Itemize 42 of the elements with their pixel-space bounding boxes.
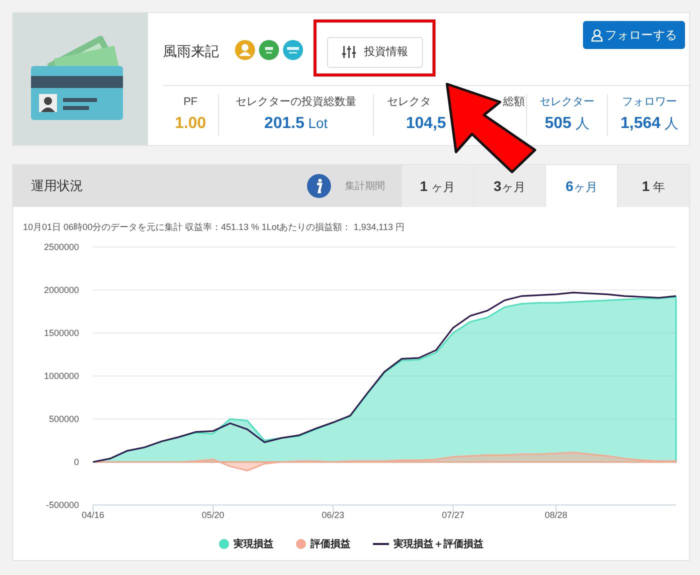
x-tick-label: 08/28	[544, 510, 568, 520]
legend-line-icon	[372, 542, 388, 546]
x-tick-label: 06/23	[322, 510, 344, 520]
user-name: 風雨来記	[163, 42, 219, 61]
period-tab[interactable]: 1 ヶ月	[401, 165, 473, 207]
investment-info-button[interactable]: 投資情報	[327, 37, 423, 68]
y-tick-label: 500000	[48, 414, 79, 424]
stat-label[interactable]: フォロワー	[622, 94, 677, 110]
stat-value: 505 人	[544, 114, 590, 134]
summary-text: 10月01日 06時00分のデータを元に集計 収益率：451.13 % 1Lotあたりの損益額： 1,934,113 円	[22, 221, 406, 234]
y-tick-label: -500000	[46, 500, 79, 510]
stat-value: 1.00	[174, 114, 206, 134]
stat-value: 1,564 人	[620, 114, 678, 134]
follow-button[interactable]: フォローする	[583, 21, 685, 49]
stat-label: セレクターの投資総数量	[236, 94, 356, 110]
stat-label: セレクタ	[387, 94, 431, 110]
section-title: 運用状況	[30, 177, 84, 196]
legend-label: 評価損益	[310, 538, 350, 552]
x-tick-label: 07/27	[442, 510, 464, 520]
period-tab[interactable]: 3ヶ月	[473, 165, 545, 207]
stat-label[interactable]: セレクター	[540, 94, 594, 110]
x-tick-label: 04/16	[82, 510, 104, 520]
stat-value: 104,5	[406, 114, 446, 134]
period-label: 集計期間	[344, 180, 386, 194]
sliders-icon	[342, 45, 356, 60]
stat-label: PF	[183, 94, 198, 110]
y-tick-label: 1500000	[44, 328, 79, 338]
stat-label: 総額	[503, 94, 525, 110]
info-icon[interactable]	[307, 174, 331, 198]
y-tick-label: 1000000	[44, 370, 79, 380]
y-tick-label: 0	[74, 456, 79, 466]
legend-label: 実現損益	[234, 537, 274, 552]
legend-label: 実現損益＋評価損益	[394, 537, 484, 552]
stat-value: 201.5 Lot	[264, 114, 328, 134]
legend-dot-icon	[218, 539, 228, 549]
legend-dot-icon	[296, 539, 306, 549]
y-tick-label: 2500000	[44, 242, 79, 252]
period-tab[interactable]: 1 年	[617, 165, 689, 207]
y-tick-label: 2000000	[44, 284, 79, 294]
period-tab[interactable]: 6ヶ月	[545, 165, 617, 207]
user-icon	[591, 28, 603, 42]
x-tick-label: 05/20	[202, 510, 224, 520]
